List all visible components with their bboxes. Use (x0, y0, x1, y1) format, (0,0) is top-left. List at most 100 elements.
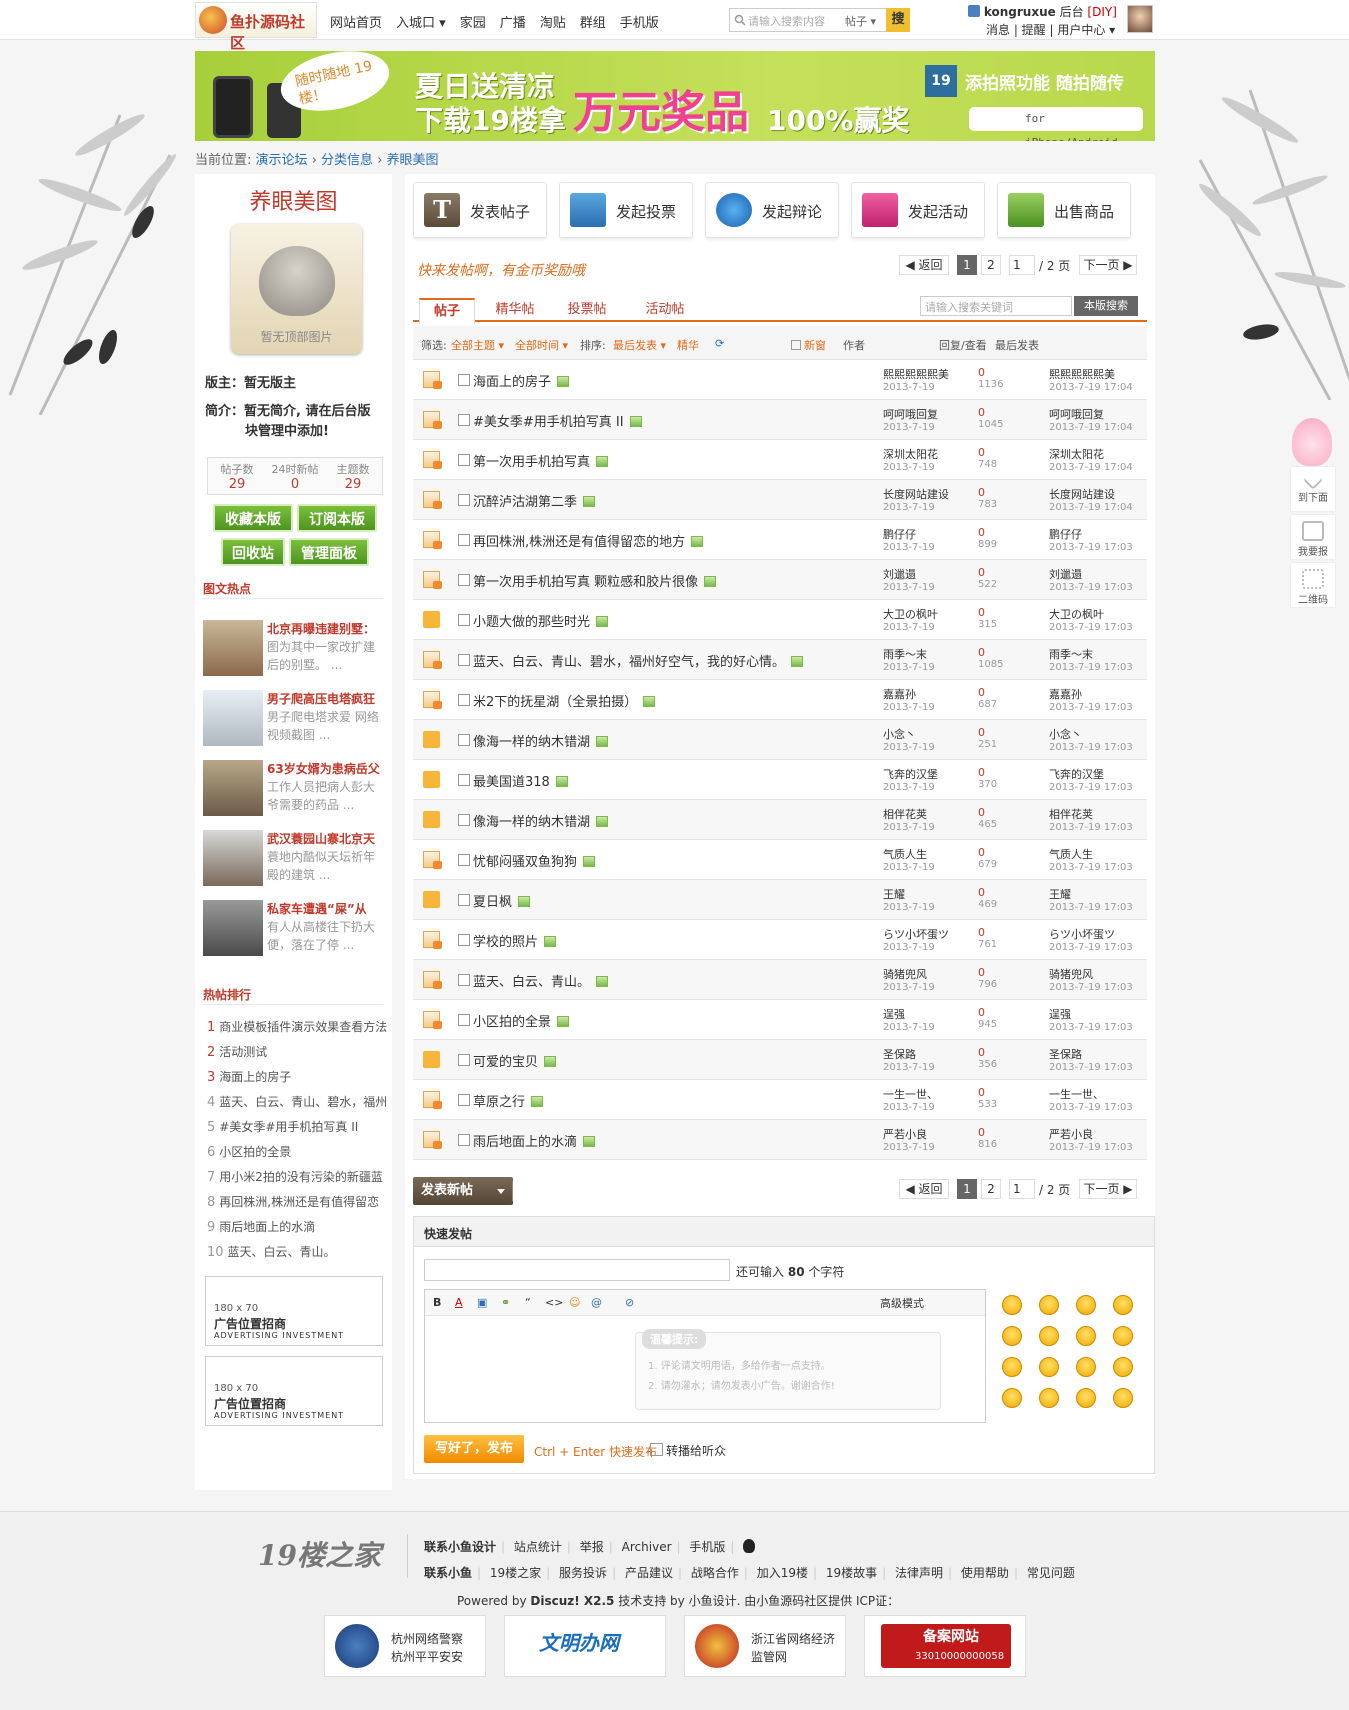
nav-broadcast[interactable]: 广播 (500, 12, 526, 31)
new-poll-button[interactable]: 发起投票 (559, 182, 693, 238)
last-post[interactable]: 小念丶 2013-7-19 17:03 (1049, 726, 1133, 753)
thread-author[interactable]: 一生一世、 2013-7-19 (883, 1086, 967, 1113)
thread-author[interactable]: 刘邋遢 2013-7-19 (883, 566, 967, 593)
last-post[interactable]: 鹏仔仔 2013-7-19 17:03 (1049, 526, 1133, 553)
tab-poll[interactable]: 投票帖 (557, 298, 617, 322)
table-row[interactable]: #美女季#用手机拍写真 II 呵呵哦回复 2013-7-19 0 1045 呵呵哦回复 20… (413, 400, 1147, 440)
board-search-button[interactable]: 本版搜索 (1074, 296, 1138, 316)
bold-icon[interactable]: B (433, 1296, 441, 1309)
nav-mobile[interactable]: 手机版 (620, 12, 659, 31)
emoji-icon[interactable] (1002, 1326, 1022, 1346)
rank-item[interactable]: 5 #美女季#用手机拍写真 II (207, 1118, 387, 1135)
page-1[interactable]: 1 (957, 255, 977, 275)
table-row[interactable]: 第一次用手机拍写真 深圳太阳花 2013-7-19 0 748 深圳太阳花 2013-7-1… (413, 440, 1147, 480)
site-logo[interactable]: 鱼扑源码社区 (195, 2, 317, 52)
row-checkbox[interactable] (458, 1134, 470, 1146)
hot-item[interactable]: 私家车遭遇“屎”从 有人从高楼往下扔大便，落在了停 ... (203, 900, 388, 962)
footer-link[interactable]: Archiver (622, 1540, 672, 1554)
rank-item[interactable]: 6 小区拍的全景 (207, 1143, 387, 1160)
civilized-web-badge[interactable]: 文明办网 (504, 1615, 666, 1677)
thread-title[interactable]: 最美国道318 (473, 771, 568, 790)
table-row[interactable]: 可爱的宝贝 圣保路 2013-7-19 0 356 圣保路 2013-7-19 17:03 (413, 1040, 1147, 1080)
last-post[interactable]: 雨季～末 2013-7-19 17:03 (1049, 646, 1133, 673)
footer-link[interactable]: 加入19楼 (757, 1566, 808, 1580)
table-row[interactable]: 像海一样的纳木错湖 小念丶 2013-7-19 0 251 小念丶 2013-7-19 17… (413, 720, 1147, 760)
row-checkbox[interactable] (458, 534, 470, 546)
page-2[interactable]: 2 (981, 255, 1001, 275)
hot-item[interactable]: 武汉蓑园山寨北京天 蓑地内酷似天坛祈年殿的建筑 ... (203, 830, 388, 892)
table-row[interactable]: 学校的照片 らツ小坏蛋ツ 2013-7-19 0 761 らツ小坏蛋ツ 2013-7-19 … (413, 920, 1147, 960)
row-checkbox[interactable] (458, 774, 470, 786)
breadcrumb-item[interactable]: 分类信息 (321, 153, 373, 168)
row-checkbox[interactable] (458, 414, 470, 426)
thread-title[interactable]: 第一次用手机拍写真 颗粒感和胶片很像 (473, 571, 717, 590)
last-post[interactable]: 严若小良 2013-7-19 17:03 (1049, 1126, 1133, 1153)
thread-author[interactable]: 雨季～末 2013-7-19 (883, 646, 967, 673)
emoji-icon[interactable] (1076, 1388, 1096, 1408)
table-row[interactable]: 米2下的抚星湖（全景拍摄） 嘉嘉孙 2013-7-19 0 687 嘉嘉孙 2013-7-1… (413, 680, 1147, 720)
table-row[interactable]: 沉醉泸沽湖第二季 长度网站建设 2013-7-19 0 783 长度网站建设 2013-7-… (413, 480, 1147, 520)
table-row[interactable]: 小题大做的那些时光 大卫の枫叶 2013-7-19 0 315 大卫の枫叶 2013-7-1… (413, 600, 1147, 640)
nav-groups[interactable]: 群组 (580, 12, 606, 31)
favorite-board-button[interactable]: 收藏本版 (213, 504, 293, 532)
filter-digest[interactable]: 精华 (677, 337, 699, 353)
last-post[interactable]: 逞强 2013-7-19 17:03 (1049, 1006, 1133, 1033)
thread-author[interactable]: 逞强 2013-7-19 (883, 1006, 967, 1033)
footer-link[interactable]: 19楼之家 (490, 1566, 541, 1580)
caret-down-icon[interactable] (497, 1189, 505, 1194)
thread-author[interactable]: 相伴花荚 2013-7-19 (883, 806, 967, 833)
thread-author[interactable]: 严若小良 2013-7-19 (883, 1126, 967, 1153)
footer-link[interactable]: 联系小鱼 (424, 1566, 472, 1580)
row-checkbox[interactable] (458, 614, 470, 626)
row-checkbox[interactable] (458, 894, 470, 906)
thread-title[interactable]: 小题大做的那些时光 (473, 611, 609, 630)
emoji-icon[interactable] (1039, 1326, 1059, 1346)
row-checkbox[interactable] (458, 1054, 470, 1066)
breadcrumb-item[interactable]: 养眼美图 (387, 153, 439, 168)
new-post-button[interactable]: 发表新帖 (413, 1177, 513, 1205)
search-button[interactable]: 搜 (886, 8, 910, 32)
subscribe-board-button[interactable]: 订阅本版 (297, 504, 377, 532)
emoji-icon[interactable] (1002, 1388, 1022, 1408)
footer-link[interactable]: 联系小鱼设计 (424, 1540, 496, 1554)
last-post[interactable]: 气质人生 2013-7-19 17:03 (1049, 846, 1133, 873)
page-1[interactable]: 1 (957, 1179, 977, 1199)
last-post[interactable]: 圣保路 2013-7-19 17:03 (1049, 1046, 1133, 1073)
thread-title[interactable]: 像海一样的纳木错湖 (473, 731, 609, 750)
table-row[interactable]: 最美国道318 飞奔的汉堡 2013-7-19 0 370 飞奔的汉堡 2013-7-19 … (413, 760, 1147, 800)
nav-home[interactable]: 网站首页 (330, 12, 382, 31)
rank-item[interactable]: 7 用小米2拍的没有污染的新疆蓝 (207, 1168, 387, 1185)
last-post[interactable]: 飞奔的汉堡 2013-7-19 17:03 (1049, 766, 1133, 793)
row-checkbox[interactable] (458, 374, 470, 386)
search-input[interactable]: 请输入搜索内容 (748, 13, 825, 29)
last-post[interactable]: 长度网站建设 2013-7-19 17:04 (1049, 486, 1133, 513)
thread-title[interactable]: 草原之行 (473, 1091, 544, 1110)
footer-link[interactable]: 法律声明 (895, 1566, 943, 1580)
last-post[interactable]: 大卫の枫叶 2013-7-19 17:03 (1049, 606, 1133, 633)
diy-link[interactable]: [DIY] (1087, 5, 1116, 19)
thread-title[interactable]: 米2下的抚星湖（全景拍摄） (473, 691, 656, 710)
back-button[interactable]: ◀ 返回 (899, 255, 949, 275)
user-links[interactable]: 消息 | 提醒 | 用户中心 ▾ (986, 21, 1115, 38)
thread-title[interactable]: 夏日枫 (473, 891, 531, 910)
row-checkbox[interactable] (458, 574, 470, 586)
thread-author[interactable]: 飞奔的汉堡 2013-7-19 (883, 766, 967, 793)
thread-author[interactable]: らツ小坏蛋ツ 2013-7-19 (883, 926, 967, 953)
tab-activity[interactable]: 活动帖 (635, 298, 695, 322)
row-checkbox[interactable] (458, 974, 470, 986)
thread-author[interactable]: 骑猪兜风 2013-7-19 (883, 966, 967, 993)
thread-author[interactable]: 嘉嘉孙 2013-7-19 (883, 686, 967, 713)
thread-author[interactable]: 小念丶 2013-7-19 (883, 726, 967, 753)
thread-title[interactable]: 像海一样的纳木错湖 (473, 811, 609, 830)
thread-title[interactable]: 再回株洲,株洲还是有值得留恋的地方 (473, 531, 704, 550)
last-post[interactable]: 刘邋遢 2013-7-19 17:03 (1049, 566, 1133, 593)
thread-author[interactable]: 圣保路 2013-7-19 (883, 1046, 967, 1073)
emoji-icon[interactable] (1113, 1357, 1133, 1377)
footer-link[interactable]: 使用帮助 (961, 1566, 1009, 1580)
nav-entrance[interactable]: 入城口 ▾ (396, 12, 446, 31)
thread-title[interactable]: 可爱的宝贝 (473, 1051, 557, 1070)
advanced-mode-link[interactable]: 高级模式 (880, 1295, 924, 1311)
breadcrumb-item[interactable]: 演示论坛 (256, 153, 308, 168)
quick-title-input[interactable] (424, 1259, 730, 1281)
thread-author[interactable]: 气质人生 2013-7-19 (883, 846, 967, 873)
